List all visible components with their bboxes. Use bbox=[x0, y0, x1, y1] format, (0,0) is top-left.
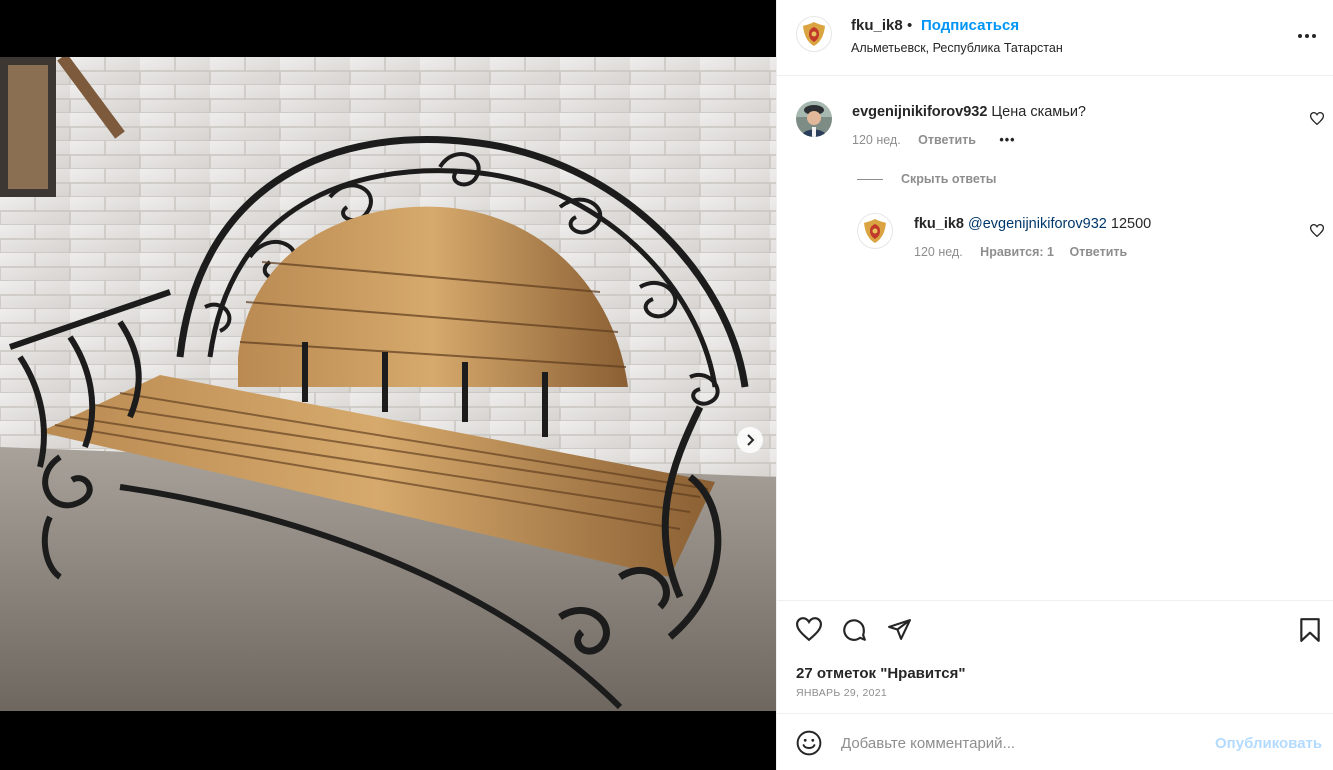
reply-button[interactable]: Ответить bbox=[918, 133, 976, 147]
reply-likes-count[interactable]: Нравится: 1 bbox=[980, 245, 1054, 259]
author-avatar[interactable] bbox=[796, 16, 832, 52]
emblem-icon bbox=[803, 22, 825, 46]
post-actions: 27 отметок "Нравится" ЯНВАРЬ 29, 2021 bbox=[777, 600, 1333, 712]
publish-button[interactable]: Опубликовать bbox=[1215, 735, 1322, 752]
post-header: fku_ik8 • Подписаться Альметьевск, Респу… bbox=[777, 0, 1333, 76]
comment-text: evgenijnikiforov932 Цена скамьи? bbox=[852, 104, 1086, 120]
follow-button[interactable]: Подписаться bbox=[921, 17, 1019, 34]
bench-image bbox=[0, 57, 776, 711]
reply-username[interactable]: fku_ik8 bbox=[914, 216, 964, 232]
reply-meta: 120 нед. Нравится: 1 Ответить bbox=[914, 245, 1127, 259]
header-separator: • bbox=[907, 17, 913, 34]
dot-icon bbox=[1305, 34, 1309, 38]
hide-replies-label: Скрыть ответы bbox=[901, 172, 997, 186]
post-date[interactable]: ЯНВАРЬ 29, 2021 bbox=[796, 687, 887, 699]
divider-line bbox=[857, 178, 883, 180]
comment-input[interactable] bbox=[841, 730, 1201, 756]
post-media bbox=[0, 0, 776, 770]
post-panel: fku_ik8 • Подписаться Альметьевск, Респу… bbox=[776, 0, 1333, 770]
author-username[interactable]: fku_ik8 bbox=[851, 17, 903, 34]
bookmark-icon[interactable] bbox=[1299, 617, 1321, 643]
emblem-icon bbox=[864, 219, 886, 243]
post-location[interactable]: Альметьевск, Республика Татарстан bbox=[851, 41, 1063, 55]
reply-body: 12500 bbox=[1110, 216, 1152, 232]
post-photo[interactable] bbox=[0, 57, 776, 711]
comment-composer: Опубликовать bbox=[777, 713, 1333, 770]
dot-icon bbox=[1312, 34, 1316, 38]
comment-options-button[interactable]: ••• bbox=[999, 133, 1015, 147]
reply-reply-button[interactable]: Ответить bbox=[1069, 245, 1127, 259]
emoji-icon[interactable] bbox=[796, 730, 822, 756]
comment-like-icon[interactable] bbox=[1310, 112, 1324, 125]
like-heart-icon[interactable] bbox=[796, 617, 822, 641]
reply-mention[interactable]: @evgenijnikiforov932 bbox=[968, 216, 1107, 232]
likes-count[interactable]: 27 отметок "Нравится" bbox=[796, 665, 965, 682]
reply-author-avatar[interactable] bbox=[857, 213, 893, 249]
hide-replies-button[interactable]: Скрыть ответы bbox=[857, 172, 996, 186]
comment-username[interactable]: evgenijnikiforov932 bbox=[852, 104, 987, 120]
reply-age[interactable]: 120 нед. bbox=[914, 245, 963, 259]
dot-icon bbox=[1298, 34, 1302, 38]
reply-text: fku_ik8 @evgenijnikiforov932 12500 bbox=[914, 216, 1151, 232]
share-send-icon[interactable] bbox=[887, 617, 912, 642]
reply-like-icon[interactable] bbox=[1310, 224, 1324, 237]
next-image-button[interactable] bbox=[737, 427, 763, 453]
chevron-right-icon bbox=[747, 434, 755, 446]
more-options-button[interactable] bbox=[1295, 26, 1319, 46]
user-photo-icon bbox=[796, 101, 832, 137]
comment-meta: 120 нед. Ответить ••• bbox=[852, 133, 1016, 147]
commenter-avatar[interactable] bbox=[796, 101, 832, 137]
comment-bubble-icon[interactable] bbox=[841, 617, 867, 643]
comment-body: Цена скамьи? bbox=[991, 104, 1086, 120]
comment-age[interactable]: 120 нед. bbox=[852, 133, 901, 147]
